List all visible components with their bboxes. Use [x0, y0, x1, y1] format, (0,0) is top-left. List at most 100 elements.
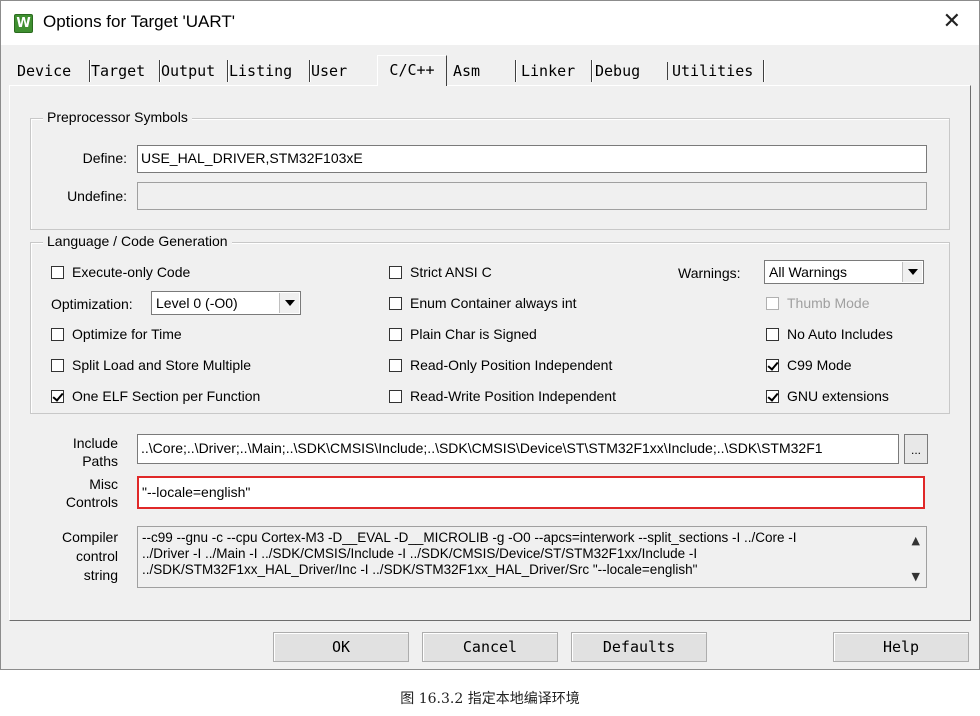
- optimization-select[interactable]: Level 0 (-O0): [151, 291, 301, 315]
- checkbox-box: [766, 297, 779, 310]
- tab-label: User: [311, 62, 348, 80]
- tab-asm[interactable]: Asm: [453, 59, 517, 83]
- chevron-down-icon: [902, 262, 922, 282]
- misc-controls-label: Misc Controls: [40, 475, 118, 511]
- tab-utilities[interactable]: Utilities: [667, 59, 765, 83]
- preprocessor-legend: Preprocessor Symbols: [43, 109, 192, 125]
- execute-only-checkbox[interactable]: Execute-only Code: [51, 264, 190, 282]
- code-generation-group: Language / Code Generation Execute-only …: [30, 233, 950, 414]
- warnings-label: Warnings:: [678, 265, 741, 281]
- compiler-string-line: --c99 --gnu -c --cpu Cortex-M3 -D__EVAL …: [142, 530, 797, 545]
- tab-label: Listing: [229, 62, 293, 80]
- checkbox-label: Read-Write Position Independent: [410, 388, 616, 404]
- one-elf-section-checkbox[interactable]: One ELF Section per Function: [51, 388, 260, 406]
- checkbox-label: Enum Container always int: [410, 295, 577, 311]
- checkbox-box: [766, 328, 779, 341]
- ok-button[interactable]: OK: [273, 632, 409, 662]
- figure-caption: 图 16.3.2 指定本地编译环境: [400, 691, 580, 707]
- checkbox-label: Strict ANSI C: [410, 264, 492, 280]
- strict-ansi-c-checkbox[interactable]: Strict ANSI C: [389, 264, 492, 282]
- tab-output[interactable]: Output: [161, 59, 229, 83]
- checkbox-box: [389, 266, 402, 279]
- read-only-pi-checkbox[interactable]: Read-Only Position Independent: [389, 357, 612, 375]
- misc-controls-input[interactable]: "--locale=english": [137, 476, 925, 509]
- compiler-string-textarea[interactable]: --c99 --gnu -c --cpu Cortex-M3 -D__EVAL …: [137, 526, 927, 588]
- tab-linker[interactable]: Linker: [521, 59, 593, 83]
- tab-strip: Device Target Output Listing User C/C++ …: [13, 55, 973, 86]
- preprocessor-group: Preprocessor Symbols Define: USE_HAL_DRI…: [30, 109, 950, 230]
- checkbox-box: [389, 297, 402, 310]
- tab-listing[interactable]: Listing: [229, 59, 311, 83]
- warnings-select[interactable]: All Warnings: [764, 260, 924, 284]
- checkbox-label: Execute-only Code: [72, 264, 191, 280]
- enum-container-checkbox[interactable]: Enum Container always int: [389, 295, 577, 313]
- compiler-string-line: ../Driver -I ../Main -I ../SDK/CMSIS/Inc…: [142, 546, 698, 561]
- defaults-button[interactable]: Defaults: [571, 632, 707, 662]
- compiler-string-line: ../SDK/STM32F1xx_HAL_Driver/Inc -I ../SD…: [142, 562, 698, 577]
- label-line: Compiler: [61, 529, 118, 545]
- thumb-mode-checkbox: Thumb Mode: [766, 295, 869, 313]
- plain-char-signed-checkbox[interactable]: Plain Char is Signed: [389, 326, 537, 344]
- title-bar: W Options for Target 'UART' ✕: [1, 1, 979, 45]
- include-paths-input[interactable]: ..\Core;..\Driver;..\Main;..\SDK\CMSIS\I…: [137, 434, 899, 464]
- tab-label: Device: [17, 62, 72, 80]
- checkbox-box: [389, 328, 402, 341]
- checkbox-box: [766, 390, 779, 403]
- cancel-button[interactable]: Cancel: [422, 632, 558, 662]
- label-line: Include: [72, 435, 118, 451]
- optimization-label: Optimization:: [51, 296, 133, 312]
- checkbox-label: Read-Only Position Independent: [410, 357, 613, 373]
- scroll-up-icon[interactable]: ▲: [912, 533, 920, 549]
- close-icon[interactable]: ✕: [943, 9, 961, 34]
- tab-label: Utilities: [667, 62, 754, 80]
- include-paths-label: Include Paths: [40, 434, 118, 470]
- tab-target[interactable]: Target: [91, 59, 161, 83]
- warnings-value: All Warnings: [769, 264, 848, 280]
- checkbox-label: No Auto Includes: [787, 326, 893, 342]
- chevron-down-icon: [279, 293, 299, 313]
- tab-debug[interactable]: Debug: [595, 59, 665, 83]
- tab-device[interactable]: Device: [17, 59, 91, 83]
- compiler-string-label: Compiler control string: [40, 528, 118, 585]
- checkbox-label: Thumb Mode: [787, 295, 870, 311]
- define-input[interactable]: USE_HAL_DRIVER,STM32F103xE: [137, 145, 927, 173]
- keil-uvision-icon: W: [14, 14, 33, 33]
- dialog-title: Options for Target 'UART': [43, 12, 235, 31]
- undefine-label: Undefine:: [67, 188, 127, 204]
- checkbox-label: C99 Mode: [787, 357, 852, 373]
- label-line: string: [83, 567, 118, 583]
- cpp-tab-panel: Preprocessor Symbols Define: USE_HAL_DRI…: [9, 85, 971, 621]
- help-button[interactable]: Help: [833, 632, 969, 662]
- checkbox-label: One ELF Section per Function: [72, 388, 261, 404]
- browse-include-paths-button[interactable]: ...: [904, 434, 928, 464]
- tab-label: Asm: [453, 62, 481, 80]
- split-load-store-checkbox[interactable]: Split Load and Store Multiple: [51, 357, 251, 375]
- code-generation-legend: Language / Code Generation: [43, 233, 232, 249]
- tab-label: Debug: [595, 62, 641, 80]
- checkbox-box: [51, 390, 64, 403]
- label-line: Controls: [65, 494, 118, 510]
- checkbox-box: [51, 359, 64, 372]
- undefine-input[interactable]: [137, 182, 927, 210]
- optimization-value: Level 0 (-O0): [156, 295, 238, 311]
- tab-c-cpp[interactable]: C/C++: [377, 55, 447, 86]
- checkbox-box: [389, 390, 402, 403]
- scroll-down-icon[interactable]: ▼: [912, 569, 920, 585]
- checkbox-box: [51, 328, 64, 341]
- c99-mode-checkbox[interactable]: C99 Mode: [766, 357, 852, 375]
- checkbox-label: GNU extensions: [787, 388, 889, 404]
- tab-label: Linker: [521, 62, 576, 80]
- checkbox-label: Split Load and Store Multiple: [72, 357, 251, 373]
- read-write-pi-checkbox[interactable]: Read-Write Position Independent: [389, 388, 616, 406]
- checkbox-box: [766, 359, 779, 372]
- gnu-extensions-checkbox[interactable]: GNU extensions: [766, 388, 889, 406]
- label-line: control: [75, 548, 118, 564]
- options-dialog: W Options for Target 'UART' ✕ Device Tar…: [0, 0, 980, 670]
- optimize-for-time-checkbox[interactable]: Optimize for Time: [51, 326, 182, 344]
- tab-user[interactable]: User: [311, 59, 373, 83]
- checkbox-box: [389, 359, 402, 372]
- checkbox-label: Optimize for Time: [72, 326, 182, 342]
- label-line: Paths: [82, 453, 118, 469]
- no-auto-includes-checkbox[interactable]: No Auto Includes: [766, 326, 893, 344]
- checkbox-label: Plain Char is Signed: [410, 326, 537, 342]
